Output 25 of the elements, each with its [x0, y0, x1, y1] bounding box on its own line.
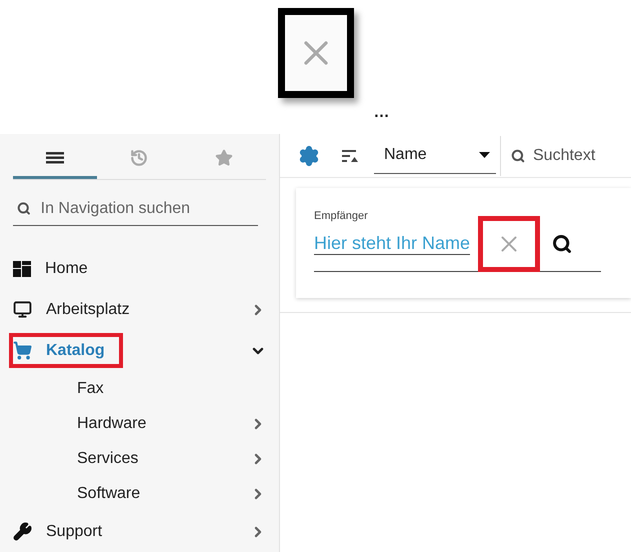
nav-item[interactable]: Support [9, 514, 120, 549]
sort-icon[interactable] [342, 150, 358, 162]
search-icon [511, 148, 525, 162]
nav-subitem[interactable]: Services [77, 450, 138, 468]
grid-icon [13, 260, 31, 276]
nav-item[interactable]: Home [9, 252, 106, 286]
sort-field-select[interactable]: Name [374, 138, 496, 174]
history-icon [130, 148, 148, 166]
cart-icon [13, 341, 32, 360]
caret-icon [479, 152, 490, 158]
ellipsis: … [374, 104, 390, 122]
clear-button[interactable] [478, 216, 540, 272]
search-icon [17, 201, 31, 216]
nav-subitem[interactable]: Software [77, 484, 140, 502]
nav-subitem[interactable]: Fax [77, 380, 104, 398]
nav-item[interactable]: Arbeitsplatz [9, 292, 148, 327]
monitor-icon [13, 300, 32, 319]
search-icon[interactable] [552, 234, 572, 254]
navigation-search-field[interactable]: In Navigation suchen [38, 198, 258, 218]
menu-icon [46, 152, 64, 164]
wrench-icon [13, 522, 32, 541]
nav-item[interactable]: Katalog [9, 333, 123, 368]
nav-subitem[interactable]: Hardware [77, 414, 146, 432]
star-icon [214, 148, 233, 166]
settings-icon[interactable] [298, 144, 320, 166]
